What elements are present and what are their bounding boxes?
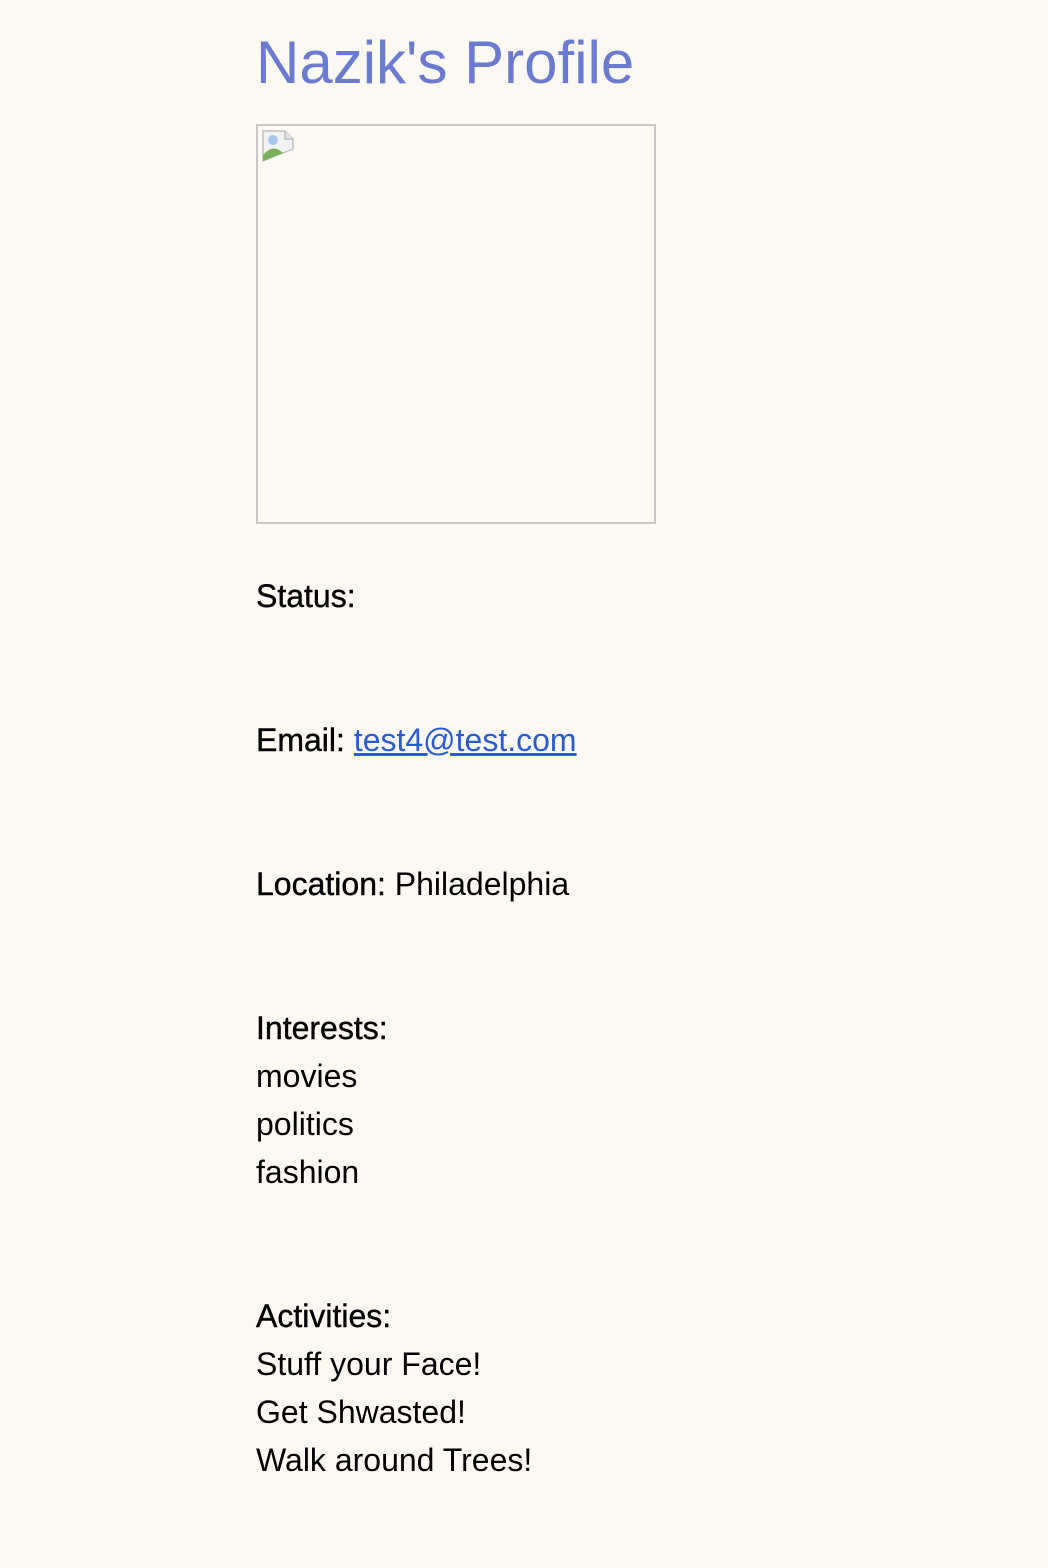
broken-image-icon <box>262 130 294 162</box>
location-value: Philadelphia <box>394 866 570 902</box>
interest-item: movies <box>256 1058 358 1094</box>
activities-label: Activities: <box>256 1298 392 1334</box>
location-row: Location: Philadelphia <box>256 860 569 908</box>
email-label: Email: <box>256 722 345 758</box>
interests-list: movies politics fashion <box>256 1052 359 1196</box>
email-row: Email: test4@test.com <box>256 716 577 764</box>
status-row: Status: <box>256 572 356 620</box>
activity-item: Stuff your Face! <box>256 1346 482 1382</box>
activity-item: Get Shwasted! <box>256 1394 466 1430</box>
activity-item: Walk around Trees! <box>256 1442 533 1478</box>
status-label: Status: <box>256 578 356 614</box>
email-link[interactable]: test4@test.com <box>354 722 577 758</box>
location-label: Location: <box>256 866 386 902</box>
profile-image <box>256 124 656 524</box>
interests-heading: Interests: <box>256 1004 388 1052</box>
interest-item: politics <box>256 1106 354 1142</box>
activities-list: Stuff your Face! Get Shwasted! Walk arou… <box>256 1340 532 1484</box>
page-title: Nazik's Profile <box>256 29 635 96</box>
activities-heading: Activities: <box>256 1292 392 1340</box>
interests-label: Interests: <box>256 1010 388 1046</box>
interest-item: fashion <box>256 1154 360 1190</box>
profile-page: Nazik's Profile Status: Email: test4@tes… <box>0 0 1048 1568</box>
